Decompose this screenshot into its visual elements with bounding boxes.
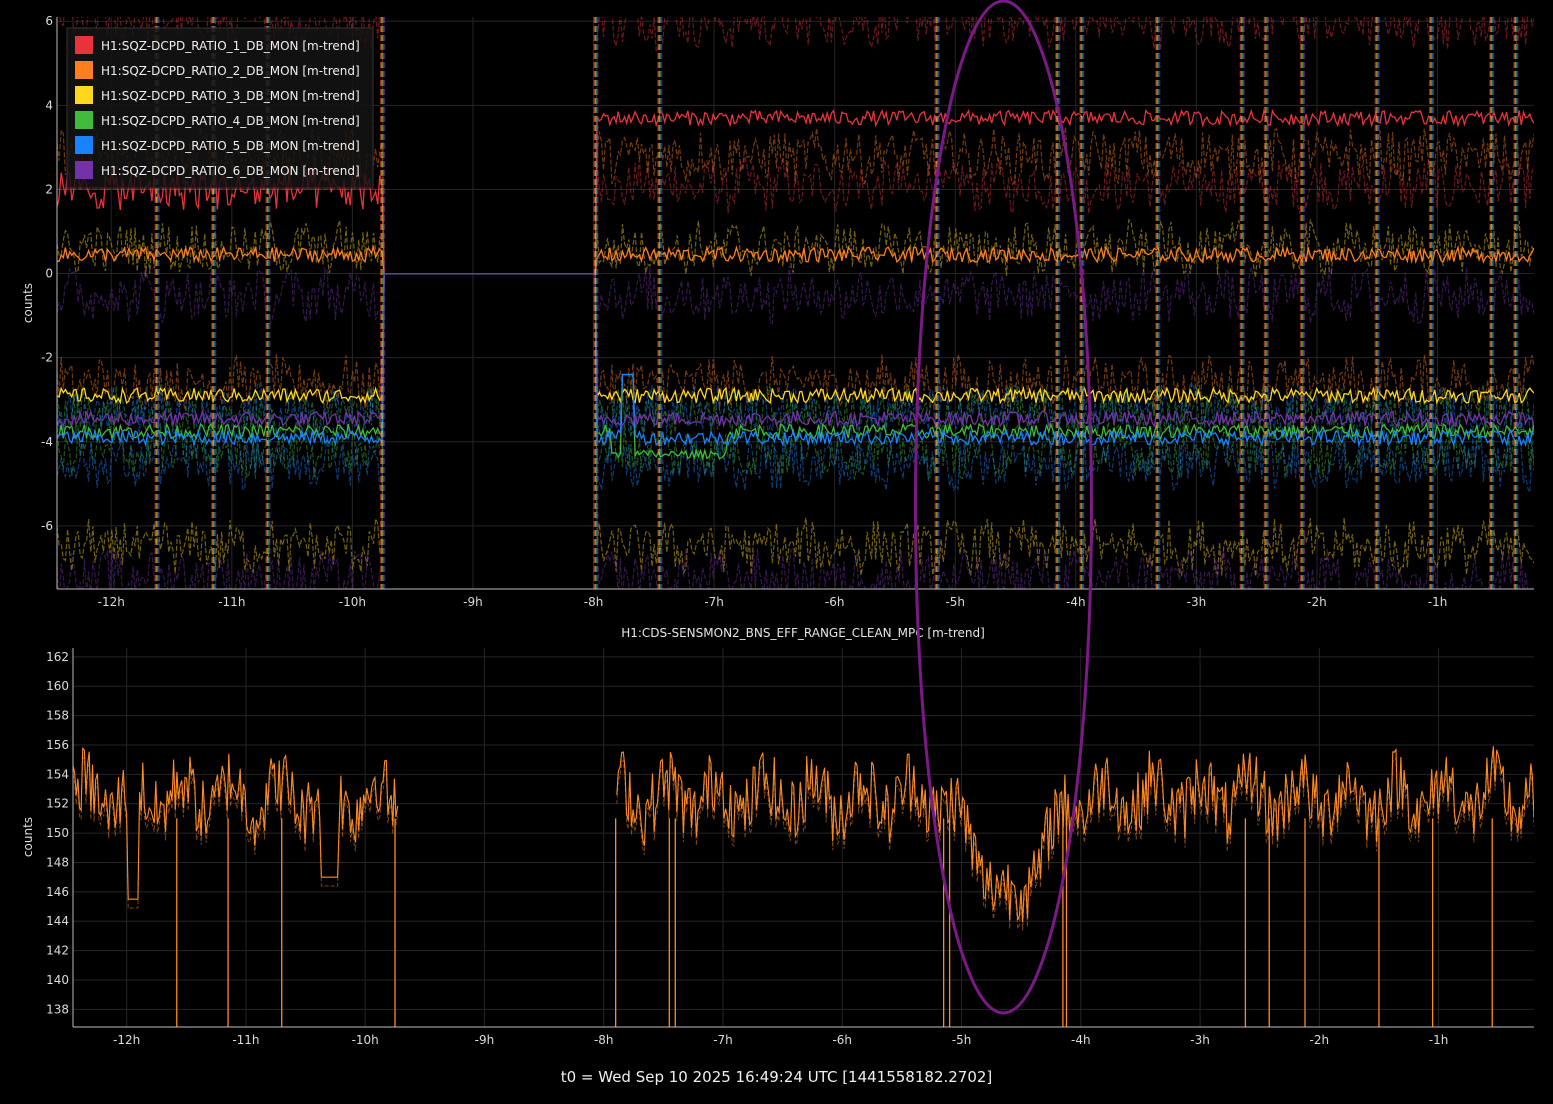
bottom-x-tick-label: -5h (952, 1033, 972, 1047)
top-y-axis-label: counts (21, 283, 35, 323)
bottom-y-axis-label: counts (21, 817, 35, 857)
top-x-tick-label: -8h (584, 595, 604, 609)
bottom-y-tick-label: 142 (46, 944, 69, 958)
legend-label-6[interactable]: H1:SQZ-DCPD_RATIO_6_DB_MON [m-trend] (101, 164, 360, 178)
bottom-y-tick-label: 148 (46, 855, 69, 869)
top-legend[interactable]: H1:SQZ-DCPD_RATIO_1_DB_MON [m-trend] H1:S… (66, 27, 374, 189)
top-x-tick-label: -11h (218, 595, 245, 609)
top-y-tick-label: 4 (45, 98, 53, 112)
legend-swatch-4 (75, 111, 93, 129)
top-x-tick-label: -4h (1066, 595, 1086, 609)
bottom-x-tick-label: -8h (594, 1033, 614, 1047)
top-plot-panel: -12h -11h -10h -9h -8h -7h -6h -5h -4h -3h -2h -1h 6… (21, 14, 1534, 609)
bottom-y-tick-label: 158 (46, 709, 69, 723)
bottom-x-tick-label: -10h (352, 1033, 379, 1047)
legend-label-4[interactable]: H1:SQZ-DCPD_RATIO_4_DB_MON [m-trend] (101, 114, 360, 128)
legend-swatch-1 (75, 36, 93, 54)
bottom-x-tick-label: -11h (232, 1033, 259, 1047)
bottom-x-tick-label: -12h (113, 1033, 140, 1047)
legend-label-5[interactable]: H1:SQZ-DCPD_RATIO_5_DB_MON [m-trend] (101, 139, 360, 153)
bottom-x-tick-label: -4h (1071, 1033, 1091, 1047)
top-y-tick-label: -6 (41, 519, 53, 533)
top-y-tick-label: -2 (41, 351, 53, 365)
bottom-y-tick-label: 154 (46, 767, 69, 781)
legend-swatch-2 (75, 61, 93, 79)
bottom-y-tick-label: 140 (46, 973, 69, 987)
top-x-tick-label: -3h (1187, 595, 1207, 609)
legend-label-3[interactable]: H1:SQZ-DCPD_RATIO_3_DB_MON [m-trend] (101, 89, 360, 103)
top-y-tick-label: 6 (45, 14, 53, 28)
bottom-y-tick-label: 156 (46, 738, 69, 752)
legend-swatch-5 (75, 136, 93, 154)
legend-swatch-6 (75, 161, 93, 179)
top-y-tick-label: -4 (41, 435, 53, 449)
bottom-y-tick-label: 144 (46, 914, 69, 928)
bottom-x-tick-label: -3h (1190, 1033, 1210, 1047)
top-x-tick-label: -1h (1428, 595, 1448, 609)
bottom-x-tick-label: -9h (475, 1033, 495, 1047)
top-x-tick-label: -9h (463, 595, 483, 609)
top-x-tick-label: -5h (945, 595, 965, 609)
bottom-plot-panel: H1:CDS-SENSMON2_BNS_EFF_RANGE_CLEAN_MPC … (21, 626, 1534, 1047)
bottom-x-tick-label: -2h (1310, 1033, 1330, 1047)
bottom-x-tick-label: -6h (832, 1033, 852, 1047)
top-x-tick-label: -2h (1307, 595, 1327, 609)
bottom-y-tick-label: 162 (46, 650, 69, 664)
bottom-y-tick-label: 146 (46, 885, 69, 899)
bottom-y-tick-label: 160 (46, 679, 69, 693)
bottom-x-tick-label: -1h (1429, 1033, 1449, 1047)
legend-label-2[interactable]: H1:SQZ-DCPD_RATIO_2_DB_MON [m-trend] (101, 64, 360, 78)
bottom-y-tick-label: 150 (46, 826, 69, 840)
top-y-tick-label: 0 (45, 267, 53, 281)
chart-canvas: -12h -11h -10h -9h -8h -7h -6h -5h -4h -3h -2h -1h 6… (21, 0, 1534, 1047)
legend-label-1[interactable]: H1:SQZ-DCPD_RATIO_1_DB_MON [m-trend] (101, 39, 360, 53)
bottom-x-tick-label: -7h (713, 1033, 733, 1047)
bottom-y-tick-label: 152 (46, 797, 69, 811)
top-y-tick-label: 2 (45, 182, 53, 196)
top-x-tick-label: -10h (339, 595, 366, 609)
legend-swatch-3 (75, 86, 93, 104)
bottom-plot-title: H1:CDS-SENSMON2_BNS_EFF_RANGE_CLEAN_MPC … (621, 626, 985, 640)
bottom-y-tick-label: 138 (46, 1002, 69, 1016)
bottom-plot-area (73, 648, 1534, 1027)
top-x-tick-label: -6h (825, 595, 845, 609)
top-x-tick-label: -7h (704, 595, 724, 609)
top-x-tick-label: -12h (98, 595, 125, 609)
time-origin-footer: t0 = Wed Sep 10 2025 16:49:24 UTC [14415… (560, 1068, 993, 1086)
